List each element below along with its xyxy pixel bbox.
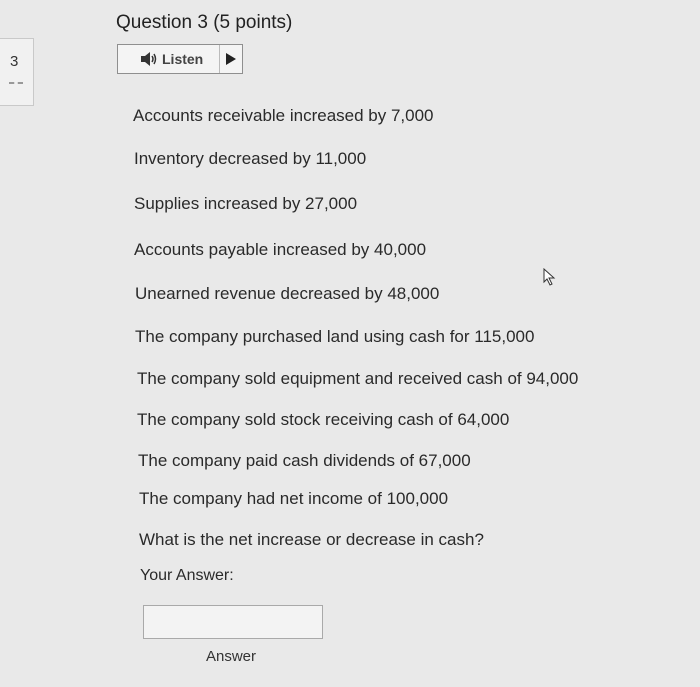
statement-line: Accounts receivable increased by 7,000 <box>133 106 434 125</box>
listen-label: Listen <box>162 51 204 67</box>
statement-line: Inventory decreased by 11,000 <box>134 149 367 168</box>
mouse-cursor-icon <box>543 268 556 286</box>
statement-line: The company paid cash dividends of 67,00… <box>138 451 471 470</box>
statement-line: Supplies increased by 27,000 <box>134 194 358 213</box>
flag-icon[interactable] <box>9 82 23 84</box>
your-answer-label: Your Answer: <box>140 567 234 584</box>
question-number[interactable]: 3 <box>10 53 18 70</box>
question-title-text: Question 3 <box>116 12 208 33</box>
question-prompt: What is the net increase or decrease in … <box>139 530 484 549</box>
question-points: (5 points) <box>213 12 293 33</box>
play-icon[interactable] <box>226 53 236 65</box>
listen-divider <box>219 45 220 73</box>
statement-line: The company sold equipment and received … <box>137 369 579 388</box>
listen-button[interactable]: Listen <box>117 44 243 74</box>
statement-line: Accounts payable increased by 40,000 <box>134 240 427 259</box>
answer-input[interactable] <box>143 605 323 639</box>
statement-line: The company had net income of 100,000 <box>139 489 449 508</box>
answer-label: Answer <box>206 648 257 665</box>
statement-line: The company sold stock receiving cash of… <box>137 410 510 429</box>
statement-line: Unearned revenue decreased by 48,000 <box>135 284 440 303</box>
question-nav-rail[interactable]: 3 <box>0 38 34 106</box>
statement-line: The company purchased land using cash fo… <box>135 327 535 346</box>
speaker-icon <box>141 52 157 66</box>
question-title: Question 3 (5 points) <box>116 12 292 34</box>
